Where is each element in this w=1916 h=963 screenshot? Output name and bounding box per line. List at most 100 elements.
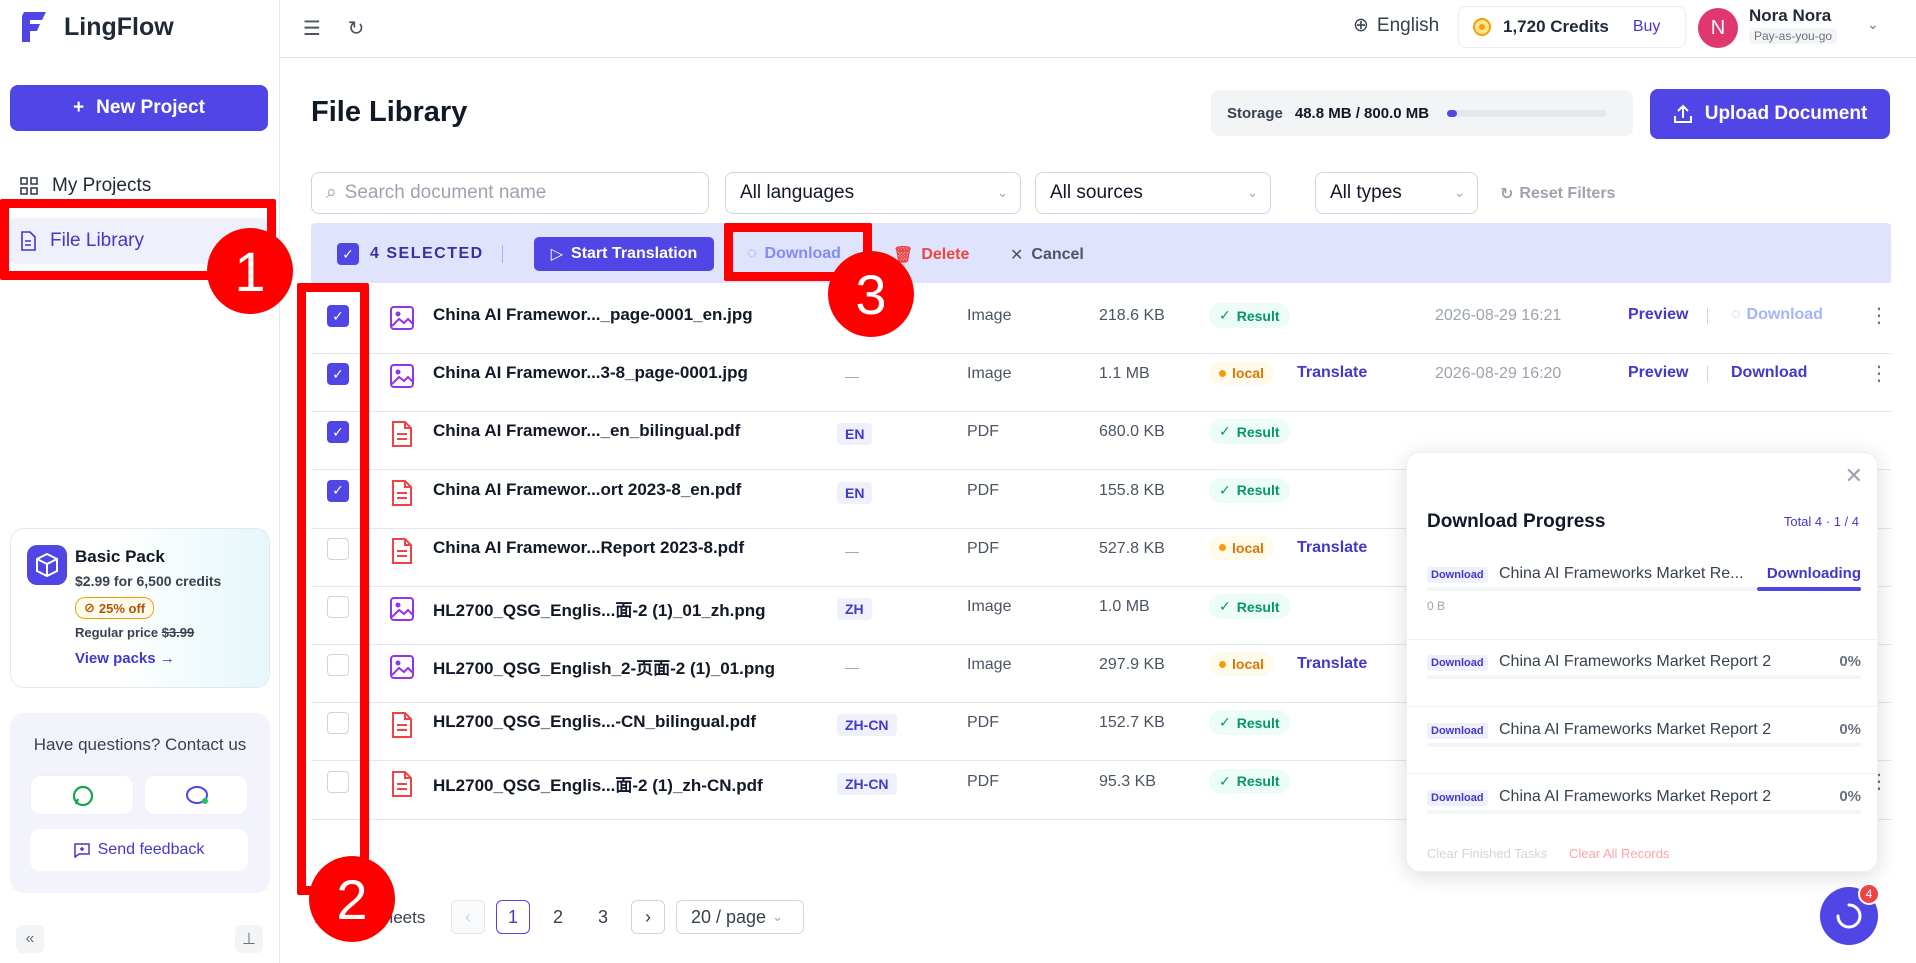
storage-bar-fill: [1447, 109, 1457, 117]
collapse-sidebar-icon[interactable]: «: [16, 925, 44, 953]
upload-document-button[interactable]: Upload Document: [1650, 89, 1890, 139]
next-page-button[interactable]: ›: [631, 900, 665, 934]
page-title: File Library: [311, 96, 468, 128]
download-queue-button[interactable]: 4: [1820, 883, 1880, 945]
download-item: Download China AI Frameworks Market Re..…: [1427, 565, 1861, 625]
new-project-button[interactable]: + New Project: [10, 85, 268, 131]
file-type: Image: [967, 598, 1012, 615]
language-badge: EN: [837, 423, 873, 446]
chevron-down-icon[interactable]: ⌄: [1867, 16, 1879, 33]
feedback-label: Send feedback: [97, 841, 205, 858]
divider: [1407, 773, 1879, 774]
file-name[interactable]: China AI Framewor..._en_bilingual.pdf: [433, 421, 740, 441]
avatar[interactable]: N: [1698, 8, 1738, 48]
regular-price-label: Regular price: [75, 625, 159, 640]
download-progress-panel: ✕ Download Progress Total 4 · 1 / 4 Down…: [1406, 452, 1879, 872]
regular-price: Regular price $3.99: [75, 625, 221, 640]
close-icon: ✕: [1010, 247, 1024, 264]
preview-link[interactable]: Preview: [1628, 306, 1688, 324]
sidebar-item-label: My Projects: [52, 175, 152, 196]
promo-card[interactable]: Basic Pack $2.99 for 6,500 credits ⊘ 25% …: [10, 528, 270, 688]
status-label: Result: [1236, 598, 1280, 615]
translate-link[interactable]: Translate: [1297, 539, 1367, 557]
logo[interactable]: LingFlow: [20, 10, 174, 44]
more-options-icon[interactable]: ⋮: [1869, 303, 1889, 328]
send-feedback-button[interactable]: Send feedback: [30, 829, 248, 871]
select-all-checkbox[interactable]: ✓: [337, 243, 359, 265]
file-name[interactable]: China AI Framewor...3-8_page-0001.jpg: [433, 363, 748, 383]
clear-finished-button[interactable]: Clear Finished Tasks: [1427, 846, 1547, 861]
language-selector[interactable]: ⊕ English: [1353, 14, 1439, 37]
status-label: local: [1232, 365, 1264, 382]
check-icon: ✓: [1219, 714, 1231, 731]
clock-icon: ⊘: [84, 600, 95, 615]
preview-link[interactable]: Preview: [1628, 364, 1688, 382]
download-link[interactable]: ◌ Download: [1731, 306, 1823, 324]
source-filter[interactable]: All sources ⌄: [1035, 172, 1271, 214]
whatsapp-button[interactable]: [30, 775, 134, 815]
cancel-selection-button[interactable]: ✕ Cancel: [1010, 245, 1084, 265]
menu-icon[interactable]: ☰: [300, 16, 324, 40]
file-size: 152.7 KB: [1099, 714, 1165, 732]
file-type: PDF: [967, 539, 999, 557]
file-size: 297.9 KB: [1099, 656, 1165, 674]
download-tag: Download: [1427, 723, 1488, 739]
bulk-delete-button[interactable]: 🗑 Delete: [893, 245, 969, 265]
download-label: Download: [1746, 306, 1823, 323]
pdf-file-icon: [389, 711, 415, 739]
view-packs-link[interactable]: View packs →: [75, 650, 221, 667]
page-3-button[interactable]: 3: [586, 900, 620, 934]
storage-indicator: Storage 48.8 MB / 800.0 MB: [1211, 90, 1633, 136]
file-name[interactable]: China AI Framewor...Report 2023-8.pdf: [433, 538, 744, 558]
more-options-icon[interactable]: ⋮: [1869, 361, 1889, 386]
status-badge: local: [1209, 361, 1274, 386]
file-name[interactable]: HL2700_QSG_Englis...面-2 (1)_01_zh.png: [433, 596, 766, 621]
check-icon: ✓: [1219, 598, 1231, 614]
file-name[interactable]: HL2700_QSG_English_2-页面-2 (1)_01.png: [433, 654, 775, 679]
divider: [502, 245, 503, 263]
file-name[interactable]: China AI Framewor..._page-0001_en.jpg: [433, 305, 753, 325]
selected-count: 4 SELECTED: [370, 245, 484, 262]
start-translation-button[interactable]: ▷ Start Translation: [534, 237, 714, 271]
reset-filters-button[interactable]: ↻ Reset Filters: [1500, 184, 1615, 204]
globe-icon: ⊕: [1353, 15, 1369, 36]
upload-label: Upload Document: [1704, 103, 1868, 124]
file-name[interactable]: HL2700_QSG_Englis...面-2 (1)_zh-CN.pdf: [433, 771, 763, 796]
status-badge: ✓ Result: [1209, 303, 1290, 328]
type-filter-value: All types: [1330, 182, 1402, 203]
chat-icon: [186, 786, 208, 804]
grid-icon: [20, 177, 38, 195]
bulk-delete-label: Delete: [921, 246, 970, 263]
progress-bar: [1427, 587, 1861, 591]
arrow-right-icon: →: [159, 650, 175, 667]
type-filter[interactable]: All types ⌄: [1315, 172, 1478, 214]
translate-link[interactable]: Translate: [1297, 655, 1367, 673]
clear-all-records-button[interactable]: Clear All Records: [1569, 846, 1669, 861]
buy-link[interactable]: Buy: [1633, 18, 1661, 36]
download-item: Download China AI Frameworks Market Repo…: [1427, 721, 1861, 781]
translate-link[interactable]: Translate: [1297, 364, 1367, 382]
page-size-select[interactable]: 20 / page ⌄: [676, 900, 804, 934]
file-name[interactable]: China AI Framewor...ort 2023-8_en.pdf: [433, 480, 741, 500]
status-dot: [1219, 660, 1226, 668]
close-icon[interactable]: ✕: [1845, 463, 1863, 489]
image-file-icon: [389, 362, 415, 390]
language-filter[interactable]: All languages ⌄: [725, 172, 1021, 214]
search-input[interactable]: ⌕ Search document name: [311, 172, 709, 214]
feedback-icon: [73, 843, 90, 858]
storage-value: 48.8 MB / 800.0 MB: [1294, 104, 1430, 122]
file-name[interactable]: HL2700_QSG_Englis...-CN_bilingual.pdf: [433, 712, 756, 732]
refresh-icon[interactable]: ↻: [344, 16, 368, 40]
prev-page-button[interactable]: ‹: [451, 900, 485, 934]
download-item-name: China AI Frameworks Market Report 2023-.…: [1499, 653, 1771, 670]
page-1-button[interactable]: 1: [496, 900, 530, 934]
download-link[interactable]: Download: [1731, 364, 1807, 382]
chat-button[interactable]: [144, 775, 248, 815]
file-size: 1.1 MB: [1099, 365, 1150, 383]
page-2-button[interactable]: 2: [541, 900, 575, 934]
pdf-file-icon: [389, 770, 415, 798]
status-badge: ✓ Result: [1209, 768, 1290, 794]
user-name[interactable]: Nora Nora: [1749, 6, 1831, 26]
pin-icon[interactable]: ⊥: [235, 925, 263, 953]
status-badge: ✓ Result: [1209, 710, 1290, 736]
